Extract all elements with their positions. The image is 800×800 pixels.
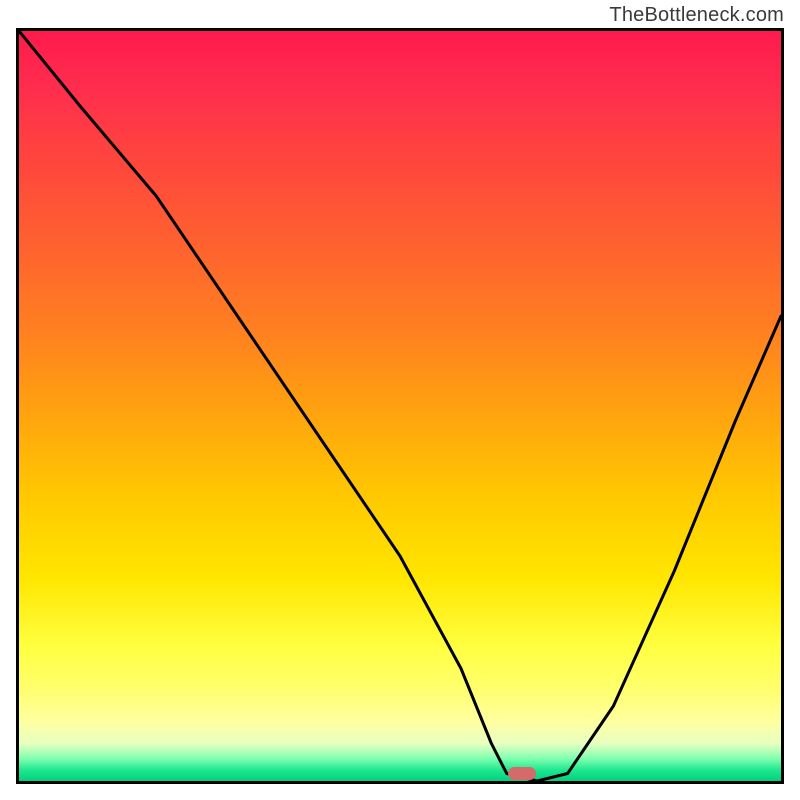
plot-area bbox=[16, 28, 784, 784]
attribution-text: TheBottleneck.com bbox=[609, 4, 784, 27]
curve-path bbox=[19, 31, 781, 781]
bottleneck-curve bbox=[19, 31, 781, 781]
optimal-point-marker bbox=[508, 767, 536, 780]
bottleneck-chart: TheBottleneck.com bbox=[0, 0, 800, 800]
